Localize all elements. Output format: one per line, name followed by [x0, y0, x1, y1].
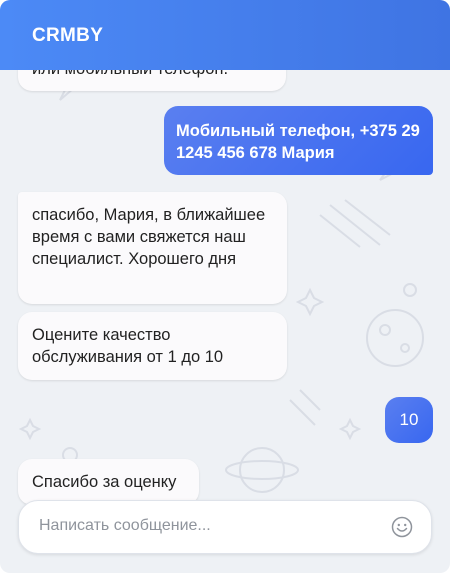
user-message: 10 — [385, 397, 433, 443]
message-list: или мобильный телефон. Мобильный телефон… — [0, 0, 450, 573]
message-composer[interactable]: Написать сообщение... — [18, 500, 432, 554]
bot-message: Оцените качество обслуживания от 1 до 10 — [18, 312, 287, 380]
bot-message: спасибо, Мария, в ближайшее время с вами… — [18, 192, 287, 304]
smiley-icon[interactable] — [391, 516, 413, 538]
chat-widget: CRMBY или мобильный телефон. Мобильный т… — [0, 0, 450, 573]
chat-header: CRMBY — [0, 0, 450, 70]
message-input[interactable]: Написать сообщение... — [39, 517, 379, 535]
brand-title: CRMBY — [32, 25, 104, 46]
user-message: Мобильный телефон, +375 29 1245 456 678 … — [164, 106, 433, 175]
bot-message: Спасибо за оценку — [18, 459, 199, 505]
